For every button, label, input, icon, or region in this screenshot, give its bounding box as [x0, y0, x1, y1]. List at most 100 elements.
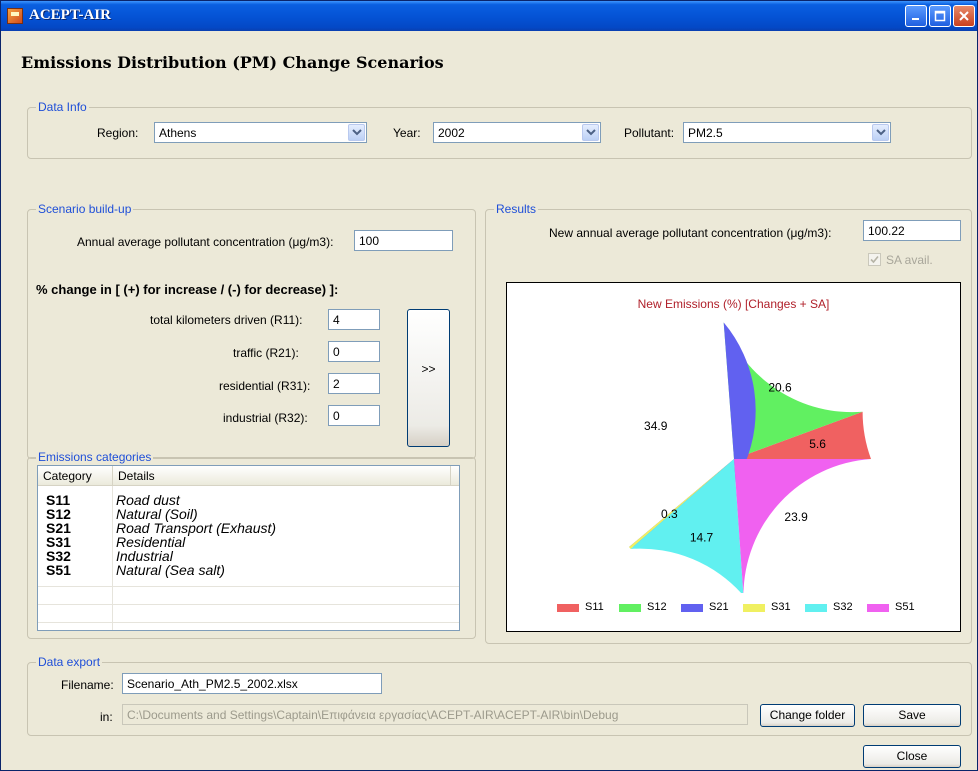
legend-label: S32: [833, 601, 853, 613]
legend-swatch: [619, 604, 641, 612]
list-item[interactable]: S51 Natural (Sea salt): [38, 563, 459, 577]
r21-label: traffic (R21):: [233, 346, 299, 360]
category-code: S31: [46, 534, 71, 550]
legend-swatch: [743, 604, 765, 612]
maximize-icon: [934, 10, 946, 22]
column-header-details[interactable]: Details: [113, 466, 451, 486]
new-concentration-output: 100.22: [863, 220, 961, 241]
sa-available-checkbox[interactable]: [868, 253, 881, 266]
category-detail: Natural (Soil): [116, 506, 198, 522]
legend-swatch: [805, 604, 827, 612]
category-detail: Road dust: [116, 492, 180, 508]
category-code: S51: [46, 562, 71, 578]
list-item[interactable]: S11 Road dust: [38, 493, 459, 507]
checkmark-icon: [870, 255, 879, 264]
legend-label: S12: [647, 601, 667, 613]
main-window: ACEPT-AIR Emissions Distribution (PM) Ch…: [0, 0, 978, 771]
legend-swatch: [867, 604, 889, 612]
region-select[interactable]: Athens: [154, 122, 367, 143]
list-grid-line: [38, 604, 459, 605]
list-item[interactable]: S12 Natural (Soil): [38, 507, 459, 521]
chevron-down-icon: [586, 129, 596, 136]
year-dropdown-button[interactable]: [582, 124, 599, 141]
percent-change-heading: % change in [ (+) for increase / (-) for…: [36, 282, 339, 297]
emissions-pie-chart: New Emissions (%) [Changes + SA] 5.6 20.6…: [506, 282, 961, 632]
r32-label: industrial (R32):: [223, 411, 308, 425]
legend-label: S21: [709, 601, 729, 613]
region-select-value: Athens: [159, 126, 197, 140]
r32-input[interactable]: 0: [328, 405, 380, 426]
column-header-category[interactable]: Category: [38, 466, 113, 486]
list-item[interactable]: S32 Industrial: [38, 549, 459, 563]
minimize-icon: [912, 18, 919, 20]
list-grid-line: [38, 622, 459, 623]
change-folder-button[interactable]: Change folder: [760, 704, 855, 727]
category-code: S12: [46, 506, 71, 522]
category-detail: Road Transport (Exhaust): [116, 520, 277, 536]
filename-label: Filename:: [61, 678, 114, 692]
categories-group-label: Emissions categories: [36, 450, 154, 464]
region-dropdown-button[interactable]: [348, 124, 365, 141]
concentration-label: Annual average pollutant concentration (…: [77, 235, 334, 249]
folder-in-label: in:: [100, 710, 113, 724]
pie-data-label-s32: 14.7: [690, 531, 714, 545]
category-code: S11: [46, 492, 71, 508]
minimize-button[interactable]: [905, 5, 927, 27]
folder-path-field: C:\Documents and Settings\Captain\Επιφάν…: [122, 704, 748, 725]
region-label: Region:: [97, 126, 139, 140]
year-select-value: 2002: [438, 126, 465, 140]
categories-list[interactable]: Category Details S11 Road dust S12 Natur…: [37, 465, 460, 631]
pollutant-select[interactable]: PM2.5: [683, 122, 891, 143]
export-group-label: Data export: [36, 655, 103, 669]
legend-label: S51: [895, 601, 915, 613]
pie-data-label-s12: 20.6: [768, 381, 792, 395]
legend-label: S31: [771, 601, 791, 613]
run-scenario-button[interactable]: >>: [407, 309, 450, 447]
sa-available-label: SA avail.: [886, 253, 933, 267]
legend-label: S11: [585, 601, 604, 613]
category-code: S32: [46, 548, 71, 564]
r21-input[interactable]: 0: [328, 341, 380, 362]
pie-slice-s51: [734, 459, 871, 593]
close-button[interactable]: Close: [863, 745, 961, 768]
legend-swatch: [681, 604, 703, 612]
year-select[interactable]: 2002: [433, 122, 601, 143]
category-code: S21: [46, 520, 71, 536]
r31-label: residential (R31):: [219, 379, 311, 393]
list-item[interactable]: S31 Residential: [38, 535, 459, 549]
legend-swatch: [557, 604, 579, 612]
scenario-group-label: Scenario build-up: [36, 202, 134, 216]
r11-label: total kilometers driven (R11):: [150, 313, 303, 327]
title-bar: ACEPT-AIR: [1, 1, 977, 31]
results-group-label: Results: [494, 202, 539, 216]
maximize-button[interactable]: [929, 5, 951, 27]
pie-data-label-s31: 0.3: [661, 507, 678, 521]
category-detail: Natural (Sea salt): [116, 562, 225, 578]
close-window-button[interactable]: [953, 5, 975, 27]
pollutant-label: Pollutant:: [624, 126, 675, 140]
pollutant-select-value: PM2.5: [688, 126, 723, 140]
pie-data-label-s11: 5.6: [809, 437, 826, 451]
r31-input[interactable]: 2: [328, 373, 380, 394]
data-info-group-label: Data Info: [36, 100, 89, 114]
r11-input[interactable]: 4: [328, 309, 380, 330]
pie-plot: 5.6 20.6 34.9 0.3 14.7 23.9: [628, 322, 871, 593]
window-title: ACEPT-AIR: [29, 7, 111, 23]
list-item[interactable]: S21 Road Transport (Exhaust): [38, 521, 459, 535]
new-concentration-label: New annual average pollutant concentrati…: [549, 226, 832, 240]
list-header: Category Details: [38, 466, 459, 486]
year-label: Year:: [393, 126, 421, 140]
pie-data-label-s51: 23.9: [784, 510, 808, 524]
pollutant-dropdown-button[interactable]: [872, 124, 889, 141]
pie-slice-s32: [630, 459, 744, 593]
filename-input[interactable]: Scenario_Ath_PM2.5_2002.xlsx: [122, 673, 382, 694]
concentration-input[interactable]: 100: [354, 230, 453, 251]
pie-data-label-s21: 34.9: [644, 419, 668, 433]
category-detail: Residential: [116, 534, 186, 550]
app-icon: [7, 8, 23, 24]
list-grid-line: [38, 586, 459, 587]
category-detail: Industrial: [116, 548, 173, 564]
page-title: Emissions Distribution (PM) Change Scena…: [21, 53, 444, 72]
close-icon: [959, 11, 969, 21]
save-button[interactable]: Save: [863, 704, 961, 727]
